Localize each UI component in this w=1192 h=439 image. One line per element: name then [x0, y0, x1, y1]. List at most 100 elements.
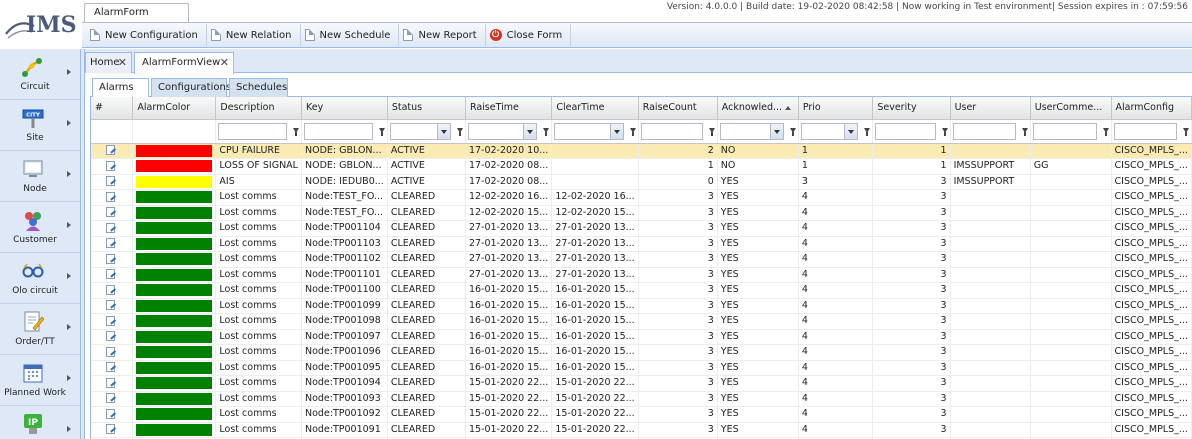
column-header[interactable]: Prio [798, 97, 874, 120]
filter-input[interactable] [218, 122, 287, 140]
edit-document-icon[interactable] [106, 176, 115, 187]
table-row[interactable]: Lost comms Node:TP001092 CLEARED 15-01-2020… [91, 406, 1192, 423]
row-edit-cell[interactable] [91, 236, 134, 252]
column-header[interactable]: AlarmColor [132, 97, 217, 120]
filter-input[interactable] [1032, 122, 1097, 140]
edit-document-icon[interactable] [106, 191, 115, 202]
edit-document-icon[interactable] [106, 346, 115, 357]
table-row[interactable]: Lost comms Node:TP001103 CLEARED 27-01-2020… [91, 236, 1192, 252]
filter-funnel-icon[interactable] [1102, 127, 1109, 136]
edit-document-icon[interactable] [106, 160, 115, 171]
edit-document-icon[interactable] [106, 408, 115, 419]
row-edit-cell[interactable] [91, 298, 134, 314]
edit-document-icon[interactable] [106, 238, 115, 249]
column-header[interactable]: ClearTime [551, 97, 639, 120]
column-header[interactable]: AlarmConfig [1111, 97, 1192, 120]
table-row[interactable]: Lost comms Node:TP001100 CLEARED 16-01-2020… [91, 282, 1192, 299]
tab-home[interactable]: Home ✕ [85, 52, 132, 73]
table-row[interactable]: Lost comms Node:TP001101 CLEARED 27-01-2020… [91, 267, 1192, 283]
tab-alarmform-actions[interactable]: AlarmForm Actions [84, 3, 189, 36]
tab-alarms[interactable]: Alarms ⟳ [92, 78, 149, 111]
column-header[interactable]: Status [387, 97, 466, 120]
table-row[interactable]: CPU FAILURE NODE: GBLON... ACTIVE 17-02-202… [91, 143, 1192, 159]
new-report-button[interactable]: New Report [401, 24, 482, 46]
filter-funnel-icon[interactable] [1021, 127, 1028, 136]
sidebar-item-planned-work[interactable]: Planned Work [0, 355, 80, 406]
row-edit-cell[interactable] [91, 189, 134, 206]
tab-configurations[interactable]: Configurations [151, 78, 231, 97]
edit-document-icon[interactable] [106, 207, 115, 218]
tab-schedules[interactable]: Schedules [229, 78, 288, 97]
column-header[interactable]: Severity [872, 97, 951, 120]
filter-input[interactable] [303, 122, 373, 140]
column-header[interactable]: Description [215, 97, 302, 120]
row-edit-cell[interactable] [91, 344, 134, 361]
column-header[interactable]: RaiseTime [465, 97, 553, 120]
table-row[interactable]: Lost comms Node:TP001099 CLEARED 16-01-2020… [91, 298, 1192, 314]
table-row[interactable]: Lost comms Node:TP001102 CLEARED 27-01-2020… [91, 251, 1192, 268]
edit-document-icon[interactable] [106, 145, 115, 156]
edit-document-icon[interactable] [106, 315, 115, 326]
edit-document-icon[interactable] [106, 253, 115, 264]
row-edit-cell[interactable] [91, 422, 134, 438]
row-edit-cell[interactable] [91, 143, 134, 159]
table-row[interactable]: Lost comms Node:TP001091 CLEARED 15-01-2020… [91, 422, 1192, 438]
row-edit-cell[interactable] [91, 282, 134, 299]
table-row[interactable]: Lost comms Node:TEST_FO... CLEARED 12-02-20… [91, 205, 1192, 221]
filter-input[interactable] [640, 122, 703, 140]
edit-document-icon[interactable] [106, 222, 115, 233]
sidebar-item-order-tt[interactable]: Order/TT [0, 304, 80, 355]
filter-combo[interactable] [467, 122, 538, 140]
row-edit-cell[interactable] [91, 174, 134, 190]
filter-combo[interactable] [719, 122, 784, 140]
column-header[interactable]: Acknowled... [717, 97, 799, 120]
table-row[interactable]: Lost comms Node:TEST_FO... CLEARED 12-02-20… [91, 189, 1192, 206]
table-row[interactable]: Lost comms Node:TP001097 CLEARED 16-01-2020… [91, 329, 1192, 345]
new-relation-button[interactable]: New Relation [209, 24, 298, 46]
close-tab-icon[interactable]: ✕ [118, 53, 127, 72]
edit-document-icon[interactable] [106, 300, 115, 311]
filter-input[interactable] [952, 122, 1016, 140]
edit-document-icon[interactable] [106, 393, 115, 404]
edit-document-icon[interactable] [106, 284, 115, 295]
table-row[interactable]: LOSS OF SIGNAL NODE: GBLON... ACTIVE 17-02-… [91, 158, 1192, 175]
row-edit-cell[interactable] [91, 205, 134, 221]
edit-document-icon[interactable] [106, 424, 115, 435]
new-schedule-button[interactable]: New Schedule [303, 24, 397, 46]
table-row[interactable]: AIS NODE: IEDUB0... ACTIVE 17-02-2020 08...… [91, 174, 1192, 190]
row-edit-cell[interactable] [91, 360, 134, 376]
filter-combo[interactable] [554, 122, 624, 140]
sidebar-item-customer[interactable]: Customer [0, 202, 80, 253]
row-edit-cell[interactable] [91, 406, 134, 423]
sidebar-item-olo-circuit[interactable]: Olo circuit [0, 253, 80, 304]
close-form-button[interactable]: ⏻ Close Form [488, 24, 569, 46]
row-edit-cell[interactable] [91, 158, 134, 175]
sidebar-item-node[interactable]: Node [0, 151, 80, 202]
filter-funnel-icon[interactable] [708, 127, 715, 136]
filter-funnel-icon[interactable] [629, 127, 636, 136]
sidebar-item-site[interactable]: CITY Site [0, 100, 80, 151]
column-header[interactable]: Key [301, 97, 388, 120]
column-header[interactable]: UserComme... [1030, 97, 1112, 120]
edit-document-icon[interactable] [106, 331, 115, 342]
table-row[interactable]: Lost comms Node:TP001104 CLEARED 27-01-2020… [91, 220, 1192, 237]
filter-combo[interactable] [389, 122, 451, 140]
row-edit-cell[interactable] [91, 375, 134, 392]
edit-document-icon[interactable] [106, 269, 115, 280]
table-row[interactable]: Lost comms Node:TP001093 CLEARED 15-01-2020… [91, 391, 1192, 407]
filter-input[interactable] [875, 122, 936, 140]
filter-funnel-icon[interactable] [378, 127, 385, 136]
filter-input[interactable] [1113, 122, 1177, 140]
row-edit-cell[interactable] [91, 391, 134, 407]
row-edit-cell[interactable] [91, 329, 134, 345]
filter-funnel-icon[interactable] [864, 127, 871, 136]
table-row[interactable]: Lost comms Node:TP001094 CLEARED 15-01-2020… [91, 375, 1192, 392]
edit-document-icon[interactable] [106, 377, 115, 388]
filter-funnel-icon[interactable] [456, 127, 463, 136]
column-header[interactable]: RaiseCount [638, 97, 718, 120]
column-header[interactable]: User [950, 97, 1031, 120]
row-edit-cell[interactable] [91, 251, 134, 268]
table-row[interactable]: Lost comms Node:TP001096 CLEARED 16-01-2020… [91, 344, 1192, 361]
edit-document-icon[interactable] [106, 362, 115, 373]
table-row[interactable]: Lost comms Node:TP001098 CLEARED 16-01-2020… [91, 313, 1192, 330]
